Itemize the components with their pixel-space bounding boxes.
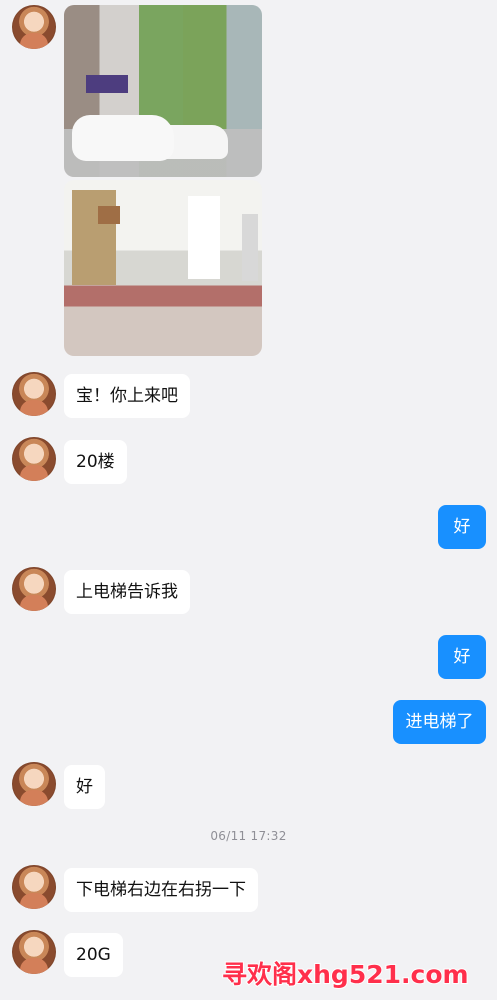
message-text: 宝！你上来吧	[76, 385, 178, 406]
message-text: 20楼	[76, 451, 115, 472]
contact-avatar[interactable]	[12, 5, 56, 49]
message-text: 好	[453, 516, 471, 537]
shared-photo-1[interactable]	[64, 5, 262, 177]
message-text: 好	[76, 776, 93, 797]
message-text: 好	[453, 646, 471, 667]
contact-avatar[interactable]	[12, 930, 56, 974]
message-bubble-incoming[interactable]: 宝！你上来吧	[64, 374, 190, 418]
message-bubble-incoming[interactable]: 下电梯右边在右拐一下	[64, 868, 258, 912]
watermark: 寻欢阁xhg521.com	[221, 959, 470, 990]
contact-avatar[interactable]	[12, 437, 56, 481]
contact-avatar[interactable]	[12, 762, 56, 806]
message-text: 上电梯告诉我	[76, 581, 178, 602]
message-text: 进电梯了	[405, 711, 474, 732]
message-bubble-incoming[interactable]: 20楼	[64, 440, 127, 484]
contact-avatar[interactable]	[12, 567, 56, 611]
message-bubble-incoming[interactable]: 20G	[64, 933, 123, 977]
message-bubble-outgoing[interactable]: 进电梯了	[393, 700, 486, 744]
message-timestamp: 06/11 17:32	[210, 829, 287, 843]
message-bubble-outgoing[interactable]: 好	[438, 635, 486, 679]
shared-photo-2[interactable]	[64, 180, 262, 356]
message-bubble-incoming[interactable]: 好	[64, 765, 105, 809]
message-bubble-incoming[interactable]: 上电梯告诉我	[64, 570, 190, 614]
message-text: 20G	[76, 944, 111, 965]
contact-avatar[interactable]	[12, 372, 56, 416]
message-text: 下电梯右边在右拐一下	[76, 879, 246, 900]
message-bubble-outgoing[interactable]: 好	[438, 505, 486, 549]
contact-avatar[interactable]	[12, 865, 56, 909]
